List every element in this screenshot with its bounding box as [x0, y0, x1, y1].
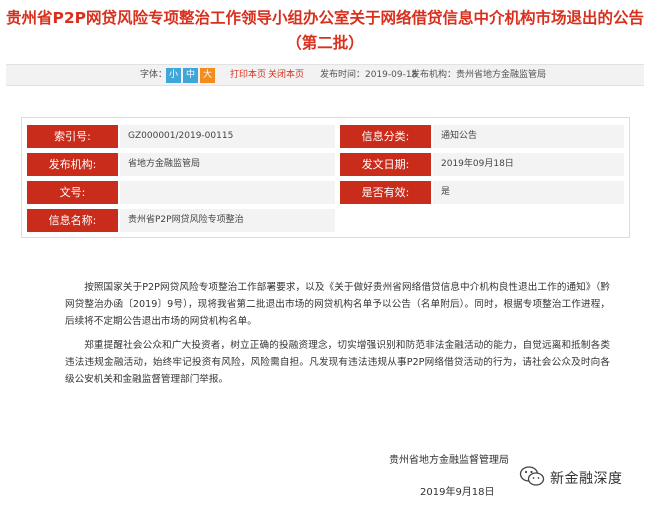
name-value: 贵州省P2P网贷风险专项整治 [120, 209, 335, 232]
docno-value [120, 181, 335, 204]
print-page-link[interactable]: 打印本页 [230, 65, 266, 85]
font-small-button[interactable]: 小 [166, 68, 181, 83]
title-line-2: （第二批） [286, 34, 364, 52]
publish-date: 发布时间：2019-09-18 [320, 70, 418, 80]
index-label: 索引号: [27, 125, 118, 148]
issue-date-label: 发文日期: [340, 153, 431, 176]
info-row-name: 信息名称: 贵州省P2P网贷风险专项整治 [27, 209, 624, 233]
info-row-publisher: 发布机构: 省地方金融监管局 发文日期: 2019年09月18日 [27, 153, 624, 177]
index-value: GZ000001/2019-00115 [120, 125, 335, 148]
name-label: 信息名称: [27, 209, 118, 232]
publisher-value: 省地方金融监管局 [120, 153, 335, 176]
valid-label: 是否有效: [340, 181, 431, 204]
article-title: 贵州省P2P网贷风险专项整治工作领导小组办公室关于网络借贷信息中介机构市场退出的… [0, 6, 650, 56]
font-size-label: 字体： [140, 70, 168, 80]
close-page-link[interactable]: 关闭本页 [268, 65, 304, 85]
valid-value: 是 [433, 181, 624, 204]
publish-source: 发布机构：贵州省地方金融监管局 [411, 70, 547, 80]
title-line-1: 贵州省P2P网贷风险专项整治工作领导小组办公室关于网络借贷信息中介机构市场退出的… [5, 9, 644, 27]
signature-org: 贵州省地方金融监督管理局 [389, 455, 509, 466]
body-paragraph-1: 按照国家关于P2P网贷风险专项整治工作部署要求，以及《关于做好贵州省网络借贷信息… [65, 282, 610, 327]
docno-label: 文号: [27, 181, 118, 204]
watermark: 新金融深度 [519, 463, 623, 493]
watermark-text: 新金融深度 [550, 471, 623, 487]
category-label: 信息分类: [340, 125, 431, 148]
font-large-button[interactable]: 大 [200, 68, 215, 83]
info-row-index: 索引号: GZ000001/2019-00115 信息分类: 通知公告 [27, 125, 624, 149]
article-toolbar: 字体： 小 中 大 打印本页 关闭本页 发布时间：2019-09-18 发布机构… [6, 64, 644, 86]
issue-date-value: 2019年09月18日 [433, 153, 624, 176]
publisher-label: 发布机构: [27, 153, 118, 176]
font-medium-button[interactable]: 中 [183, 68, 198, 83]
wechat-icon [519, 465, 545, 491]
category-value: 通知公告 [433, 125, 624, 148]
document-info-table: 索引号: GZ000001/2019-00115 信息分类: 通知公告 发布机构… [21, 117, 630, 238]
body-paragraph-2: 郑重提醒社会公众和广大投资者，树立正确的投融资理念，切实增强识别和防范非法金融活… [65, 340, 610, 385]
signature-date: 2019年9月18日 [420, 487, 495, 498]
info-row-docno: 文号: 是否有效: 是 [27, 181, 624, 205]
